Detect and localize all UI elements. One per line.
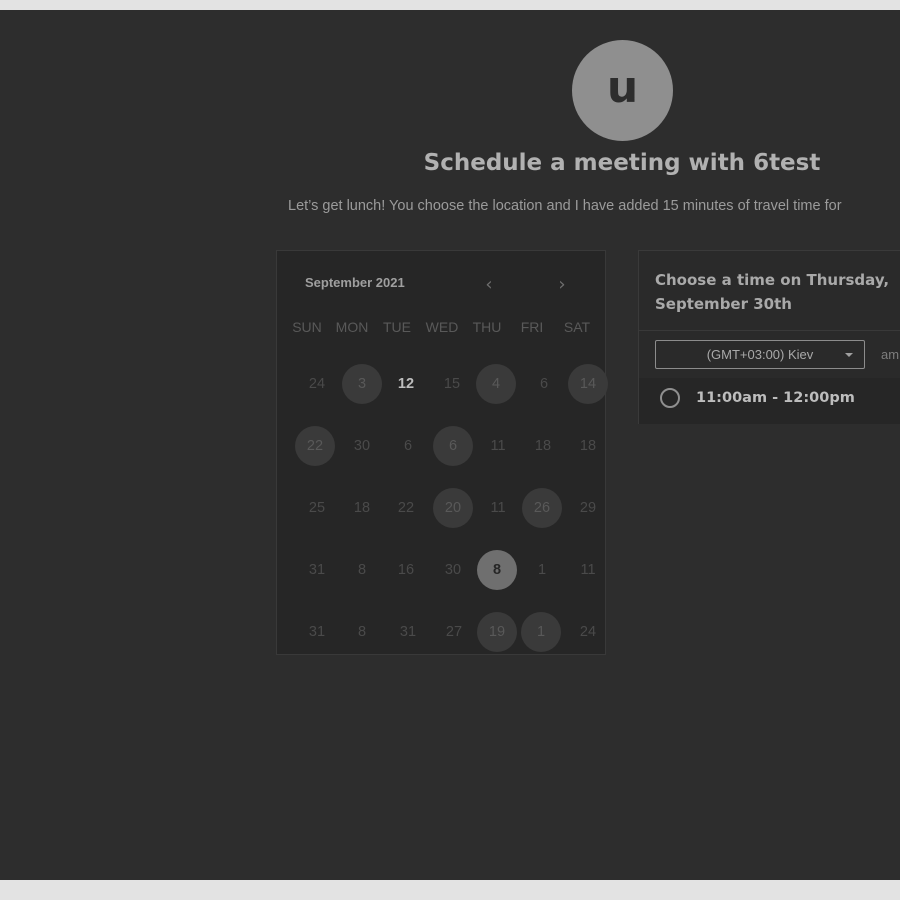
- calendar-day: 1: [537, 562, 547, 578]
- calendar-day: 31: [308, 624, 326, 640]
- weekday-tue: TUE: [383, 319, 411, 335]
- avatar: u: [572, 40, 673, 141]
- chevron-left-icon: ‹: [485, 274, 493, 295]
- calendar-day[interactable]: 12: [386, 364, 426, 404]
- page-title: Schedule a meeting with 6test: [423, 150, 821, 176]
- page-description: Let’s get lunch! You choose the location…: [288, 198, 842, 214]
- calendar-day: 29: [579, 500, 597, 516]
- calendar-day: 8: [357, 562, 367, 578]
- divider: [639, 330, 900, 331]
- calendar-day: 18: [353, 500, 371, 516]
- time-slot-option[interactable]: 11:00am - 12:00pm: [639, 378, 900, 424]
- calendar-day: 24: [308, 376, 326, 392]
- timezone-select[interactable]: (GMT+03:00) Kiev: [655, 340, 865, 369]
- time-format-toggle[interactable]: am: [881, 347, 899, 362]
- time-panel-heading: Choose a time on Thursday, September 30t…: [655, 271, 890, 313]
- time-slot-label: 11:00am - 12:00pm: [696, 390, 855, 406]
- calendar-day: 31: [308, 562, 326, 578]
- caret-down-icon: [845, 353, 853, 357]
- calendar-day-available[interactable]: 22: [295, 426, 335, 466]
- date-picker-calendar: September 2021 ‹ › SUN MON TUE WED THU F…: [276, 250, 608, 655]
- calendar-day-available[interactable]: 1: [521, 612, 561, 652]
- next-month-button[interactable]: ›: [552, 274, 572, 296]
- calendar-day: 31: [399, 624, 417, 640]
- calendar-day-available[interactable]: 6: [433, 426, 473, 466]
- weekday-fri: FRI: [520, 319, 544, 335]
- calendar-day-available[interactable]: 14: [568, 364, 608, 404]
- calendar-month-label: September 2021: [305, 275, 405, 290]
- calendar-day: 6: [539, 376, 549, 392]
- weekday-header-row: SUN MON TUE WED THU FRI SAT: [277, 319, 607, 339]
- calendar-day: 6: [403, 438, 413, 454]
- calendar-day: 16: [397, 562, 415, 578]
- calendar-day: 15: [443, 376, 461, 392]
- weekday-thu: THU: [472, 319, 502, 335]
- calendar-day: 27: [445, 624, 463, 640]
- calendar-day-selected[interactable]: 8: [477, 550, 517, 590]
- radio-button[interactable]: [660, 388, 680, 408]
- calendar-day: 11: [580, 562, 596, 578]
- calendar-day-available[interactable]: 26: [522, 488, 562, 528]
- calendar-day: 18: [579, 438, 597, 454]
- calendar-day: 11: [490, 500, 506, 516]
- calendar-day: 25: [308, 500, 326, 516]
- calendar-day: 24: [579, 624, 597, 640]
- weekday-mon: MON: [335, 319, 369, 335]
- timezone-value: (GMT+03:00) Kiev: [706, 347, 814, 362]
- time-selection-panel: Choose a time on Thursday, September 30t…: [638, 250, 900, 424]
- chevron-right-icon: ›: [558, 274, 566, 295]
- avatar-letter: u: [606, 62, 639, 113]
- calendar-day-available[interactable]: 20: [433, 488, 473, 528]
- calendar-day-available[interactable]: 3: [342, 364, 382, 404]
- calendar-day: 22: [397, 500, 415, 516]
- calendar-day: 18: [534, 438, 552, 454]
- calendar-day: 11: [490, 438, 506, 454]
- calendar-day-available[interactable]: 4: [476, 364, 516, 404]
- calendar-day: 30: [444, 562, 462, 578]
- calendar-day: 8: [357, 624, 367, 640]
- weekday-sun: SUN: [292, 319, 322, 335]
- weekday-wed: WED: [425, 319, 459, 335]
- calendar-day: 30: [353, 438, 371, 454]
- scheduling-page: u Schedule a meeting with 6test Let’s ge…: [0, 10, 900, 880]
- previous-month-button[interactable]: ‹: [479, 274, 499, 296]
- calendar-day-available[interactable]: 19: [477, 612, 517, 652]
- weekday-sat: SAT: [563, 319, 591, 335]
